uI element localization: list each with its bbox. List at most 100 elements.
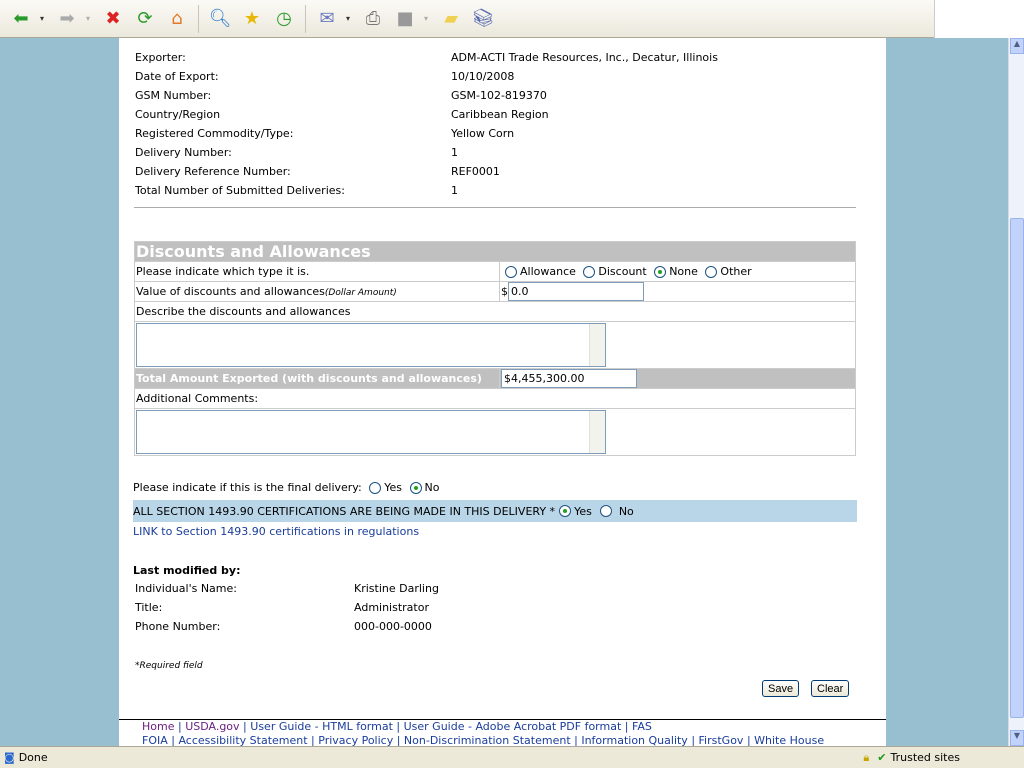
last-modified-info: Individual's Name: Kristine Darling Title…: [135, 579, 439, 636]
stop-icon[interactable]: ✖: [100, 6, 126, 32]
info-row: Total Number of Submitted Deliveries: 1: [135, 181, 718, 200]
radio-label: None: [669, 265, 698, 278]
total-cell: $4,455,300.00: [499, 368, 856, 389]
print-icon[interactable]: ⎙: [360, 6, 386, 32]
type-radio-group: Allowance Discount None Other: [499, 261, 856, 282]
footer-link[interactable]: White House: [754, 734, 824, 746]
clear-button[interactable]: Clear: [811, 680, 850, 697]
info-value: 1: [451, 146, 458, 159]
footer-link[interactable]: FOIA: [142, 734, 168, 746]
search-icon[interactable]: 🔍︎: [207, 6, 233, 32]
footer-link[interactable]: Privacy Policy: [318, 734, 393, 746]
final-no-radio[interactable]: [409, 482, 422, 494]
mail-icon[interactable]: ✉: [314, 6, 340, 32]
footer-link[interactable]: User Guide - Adobe Acrobat PDF format: [404, 720, 622, 733]
toolbar-separator: [305, 4, 306, 33]
footer-link[interactable]: Information Quality: [581, 734, 687, 746]
refresh-icon[interactable]: ⟳: [132, 6, 158, 32]
radio-allowance[interactable]: [505, 266, 517, 278]
mod-label: Phone Number:: [135, 620, 221, 633]
footer-link[interactable]: Non-Discrimination Statement: [404, 734, 571, 746]
toolbar-separator: [198, 4, 199, 33]
comments-textarea[interactable]: [136, 410, 606, 454]
discounts-table: Discounts and Allowances Please indicate…: [134, 241, 856, 456]
comments-cell: [134, 408, 856, 456]
textarea-scrollbar[interactable]: [589, 411, 605, 453]
info-value: 10/10/2008: [451, 70, 515, 83]
total-label: Total Amount Exported (with discounts an…: [134, 368, 500, 389]
scroll-thumb[interactable]: [1010, 218, 1024, 718]
info-row: Registered Commodity/Type: Yellow Corn: [135, 124, 718, 143]
info-label: Total Number of Submitted Deliveries:: [135, 184, 345, 197]
page-scrollbar[interactable]: ▲ ▼: [1008, 38, 1024, 746]
describe-cell: [134, 321, 856, 369]
back-dropdown-icon[interactable]: ▾: [40, 14, 48, 23]
history-icon[interactable]: ◷: [271, 6, 297, 32]
mail-dropdown-icon[interactable]: ▾: [346, 14, 354, 23]
windows-logo: [934, 0, 1024, 38]
info-row: Date of Export: 10/10/2008: [135, 67, 718, 86]
describe-textarea[interactable]: [136, 323, 606, 367]
mod-value: Kristine Darling: [354, 582, 439, 595]
footer-link[interactable]: Home: [142, 720, 174, 733]
cert-yes-radio[interactable]: [559, 505, 572, 517]
value-cell: $0.0: [499, 281, 856, 302]
textarea-scrollbar[interactable]: [589, 324, 605, 366]
final-yes-radio[interactable]: [369, 482, 382, 494]
info-value: Yellow Corn: [451, 127, 515, 140]
cert-no-radio[interactable]: [599, 505, 612, 517]
section-title: Discounts and Allowances: [134, 241, 856, 262]
status-text: Done: [18, 751, 48, 764]
mod-label: Individual's Name:: [135, 582, 237, 595]
trusted-check-icon: ✔: [877, 751, 887, 764]
describe-label: Describe the discounts and allowances: [134, 301, 856, 322]
scroll-up-icon[interactable]: ▲: [1010, 38, 1024, 54]
footer-line-2: FOIA | Accessibility Statement | Privacy…: [142, 734, 825, 746]
radio-other[interactable]: [705, 266, 718, 278]
required-note: *Required field: [135, 661, 203, 671]
info-label: Country/Region: [135, 108, 221, 121]
info-value: Caribbean Region: [451, 108, 549, 121]
notes-icon[interactable]: ▰: [438, 6, 464, 32]
save-button[interactable]: Save: [762, 680, 800, 697]
mod-value: 000-000-0000: [354, 620, 432, 633]
footer-line-1: Home | USDA.gov | User Guide - HTML form…: [142, 720, 652, 733]
info-row: Delivery Number: 1: [135, 143, 718, 162]
page-body: Exporter: ADM-ACTI Trade Resources, Inc.,…: [119, 38, 886, 746]
forward-icon[interactable]: ➡: [54, 6, 80, 32]
forward-dropdown-icon[interactable]: ▾: [86, 14, 94, 23]
page-viewport: Exporter: ADM-ACTI Trade Resources, Inc.,…: [0, 38, 1008, 746]
final-delivery: Please indicate if this is the final del…: [133, 481, 439, 494]
info-value: REF0001: [451, 165, 500, 178]
footer-link[interactable]: Accessibility Statement: [178, 734, 307, 746]
info-row: GSM Number: GSM-102-819370: [135, 86, 718, 105]
info-row: Delivery Reference Number: REF0001: [135, 162, 718, 181]
radio-discount[interactable]: [583, 266, 596, 278]
info-label: Delivery Reference Number:: [135, 165, 291, 178]
total-input[interactable]: $4,455,300.00: [501, 369, 637, 388]
final-delivery-label: Please indicate if this is the final del…: [133, 481, 362, 494]
footer-link[interactable]: FirstGov: [699, 734, 744, 746]
info-value: GSM-102-819370: [451, 89, 547, 102]
info-label: Exporter:: [135, 51, 186, 64]
radio-none[interactable]: [654, 266, 667, 278]
footer-link[interactable]: FAS: [632, 720, 652, 733]
footer-link[interactable]: USDA.gov: [185, 720, 239, 733]
home-icon[interactable]: ⌂: [164, 6, 190, 32]
value-label-text: Value of discounts and allowances: [136, 285, 325, 298]
value-input[interactable]: 0.0: [508, 282, 644, 301]
footer-links: Home | USDA.gov | User Guide - HTML form…: [119, 719, 886, 746]
scroll-down-icon[interactable]: ▼: [1010, 730, 1024, 746]
export-info: Exporter: ADM-ACTI Trade Resources, Inc.,…: [135, 48, 718, 200]
regulations-link[interactable]: LINK to Section 1493.90 certifications i…: [133, 525, 419, 538]
radio-label: No: [424, 481, 440, 494]
research-icon[interactable]: 📚︎: [470, 6, 496, 32]
radio-label: No: [618, 504, 634, 518]
footer-link[interactable]: User Guide - HTML format: [250, 720, 393, 733]
edit-dropdown-icon[interactable]: ▾: [424, 14, 432, 23]
security-zone[interactable]: Trusted sites: [891, 751, 961, 764]
edit-icon[interactable]: ■: [392, 6, 418, 32]
back-icon[interactable]: ⬅: [8, 6, 34, 32]
info-label: Registered Commodity/Type:: [135, 127, 294, 140]
favorites-icon[interactable]: ★: [239, 6, 265, 32]
